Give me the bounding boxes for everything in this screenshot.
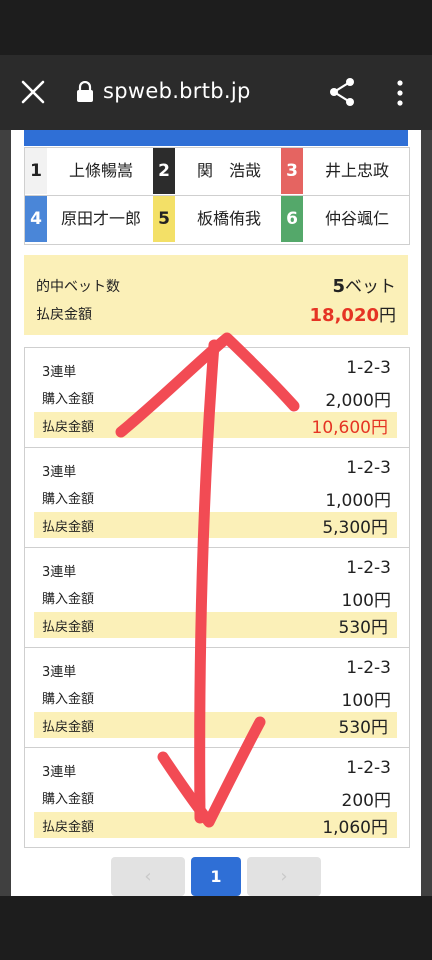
- racer-cell: 6 仲谷颯仁: [281, 196, 409, 242]
- racer-number: 4: [25, 196, 47, 242]
- bet-type: 3連単: [42, 665, 77, 680]
- lock-icon: [77, 81, 93, 102]
- racer-number: 3: [281, 148, 303, 194]
- racer-number: 1: [25, 148, 47, 194]
- payout-label: 払戻金額: [42, 720, 95, 735]
- bet-item: 3連単 1-2-3 購入金額 2,000円払戻金額 10,600円: [25, 348, 409, 448]
- bet-item: 3連単 1-2-3 購入金額 200円払戻金額 1,060円: [25, 748, 409, 847]
- purchase-amount: 100円: [341, 691, 391, 711]
- payout-total-unit: 円: [379, 306, 396, 326]
- racer-cell: 1 上條暢嵩: [25, 148, 153, 194]
- racer-name: 板橋侑我: [196, 209, 261, 228]
- payout-amount: 5,300円: [322, 518, 388, 538]
- bet-list: 3連単 1-2-3 購入金額 2,000円払戻金額 10,600円 3連単 1-2-3 購入金…: [24, 347, 410, 848]
- racer-name: 関 浩哉: [196, 161, 261, 180]
- racer-number: 6: [281, 196, 303, 242]
- bet-combination: 1-2-3: [346, 758, 391, 778]
- purchase-amount: 2,000円: [325, 391, 391, 411]
- page-1-button[interactable]: 1: [191, 857, 241, 896]
- status-bar: [0, 0, 432, 55]
- browser-toolbar: spweb.brtb.jp: [0, 55, 432, 130]
- payout-row: 払戻金額 5,300円: [34, 512, 397, 538]
- bet-type: 3連単: [42, 765, 77, 780]
- payout-total-amount: 18,020: [309, 305, 379, 326]
- racer-cell: 4 原田才一郎: [25, 196, 153, 242]
- more-vert-icon[interactable]: [392, 79, 408, 107]
- racer-cell: 3 井上忠政: [281, 148, 409, 194]
- payout-label: 払戻金額: [42, 420, 95, 435]
- bet-combination: 1-2-3: [346, 358, 391, 378]
- payout-label: 払戻金額: [42, 520, 95, 535]
- racer-name: 上條暢嵩: [68, 161, 133, 180]
- payout-row: 払戻金額 10,600円: [34, 412, 397, 438]
- bet-combination: 1-2-3: [346, 558, 391, 578]
- bet-combination: 1-2-3: [346, 458, 391, 478]
- racer-name: 井上忠政: [324, 161, 389, 180]
- racer-cell: 5 板橋侑我: [153, 196, 281, 242]
- next-page-button[interactable]: ›: [247, 857, 321, 896]
- payout-amount: 10,600円: [311, 418, 388, 438]
- purchase-amount: 200円: [341, 791, 391, 811]
- hit-count-unit: ベット: [345, 277, 396, 297]
- payout-row: 払戻金額 530円: [34, 612, 397, 638]
- share-icon[interactable]: [328, 77, 356, 107]
- payout-total-value: 18,020円: [310, 301, 396, 326]
- racer-number: 5: [153, 196, 175, 242]
- purchase-label: 購入金額: [42, 392, 95, 407]
- bet-type: 3連単: [42, 365, 77, 380]
- payout-total-label: 払戻金額: [36, 307, 92, 323]
- payout-amount: 530円: [338, 718, 388, 738]
- racer-number: 2: [153, 148, 175, 194]
- payout-label: 払戻金額: [42, 820, 95, 835]
- purchase-amount: 100円: [341, 591, 391, 611]
- payout-label: 払戻金額: [42, 620, 95, 635]
- purchase-label: 購入金額: [42, 692, 95, 707]
- close-icon[interactable]: [20, 79, 46, 105]
- purchase-label: 購入金額: [42, 592, 95, 607]
- payout-row: 払戻金額 1,060円: [34, 812, 397, 838]
- bet-type: 3連単: [42, 465, 77, 480]
- racer-table: 1 上條暢嵩 2 関 浩哉 3 井上忠政 4 原田才一郎 5 板橋侑我 6 仲谷颯仁: [24, 147, 410, 245]
- bet-item: 3連単 1-2-3 購入金額 100円払戻金額 530円: [25, 648, 409, 748]
- payout-row: 払戻金額 530円: [34, 712, 397, 738]
- race-header-bar: [24, 130, 408, 146]
- web-content: 1 上條暢嵩 2 関 浩哉 3 井上忠政 4 原田才一郎 5 板橋侑我 6 仲谷颯仁 的中ベット数 5…: [0, 130, 432, 896]
- bet-item: 3連単 1-2-3 購入金額 100円払戻金額 530円: [25, 548, 409, 648]
- purchase-label: 購入金額: [42, 792, 95, 807]
- bet-item: 3連単 1-2-3 購入金額 1,000円払戻金額 5,300円: [25, 448, 409, 548]
- hit-count-label: 的中ベット数: [36, 279, 120, 295]
- bet-type: 3連単: [42, 565, 77, 580]
- summary-box: 的中ベット数 5ベット 払戻金額 18,020円: [24, 255, 408, 335]
- payout-amount: 1,060円: [322, 818, 388, 838]
- racer-name: 仲谷颯仁: [324, 209, 389, 228]
- racer-name: 原田才一郎: [60, 209, 141, 228]
- racer-cell: 2 関 浩哉: [153, 148, 281, 194]
- pagination: ‹ 1 ›: [0, 857, 432, 896]
- purchase-amount: 1,000円: [325, 491, 391, 511]
- system-nav-bar: [0, 896, 432, 960]
- hit-count-value: 5ベット: [332, 272, 396, 297]
- prev-page-button[interactable]: ‹: [111, 857, 185, 896]
- payout-amount: 530円: [338, 618, 388, 638]
- bet-combination: 1-2-3: [346, 658, 391, 678]
- purchase-label: 購入金額: [42, 492, 95, 507]
- hit-count-number: 5: [332, 276, 345, 297]
- url-text[interactable]: spweb.brtb.jp: [103, 79, 251, 103]
